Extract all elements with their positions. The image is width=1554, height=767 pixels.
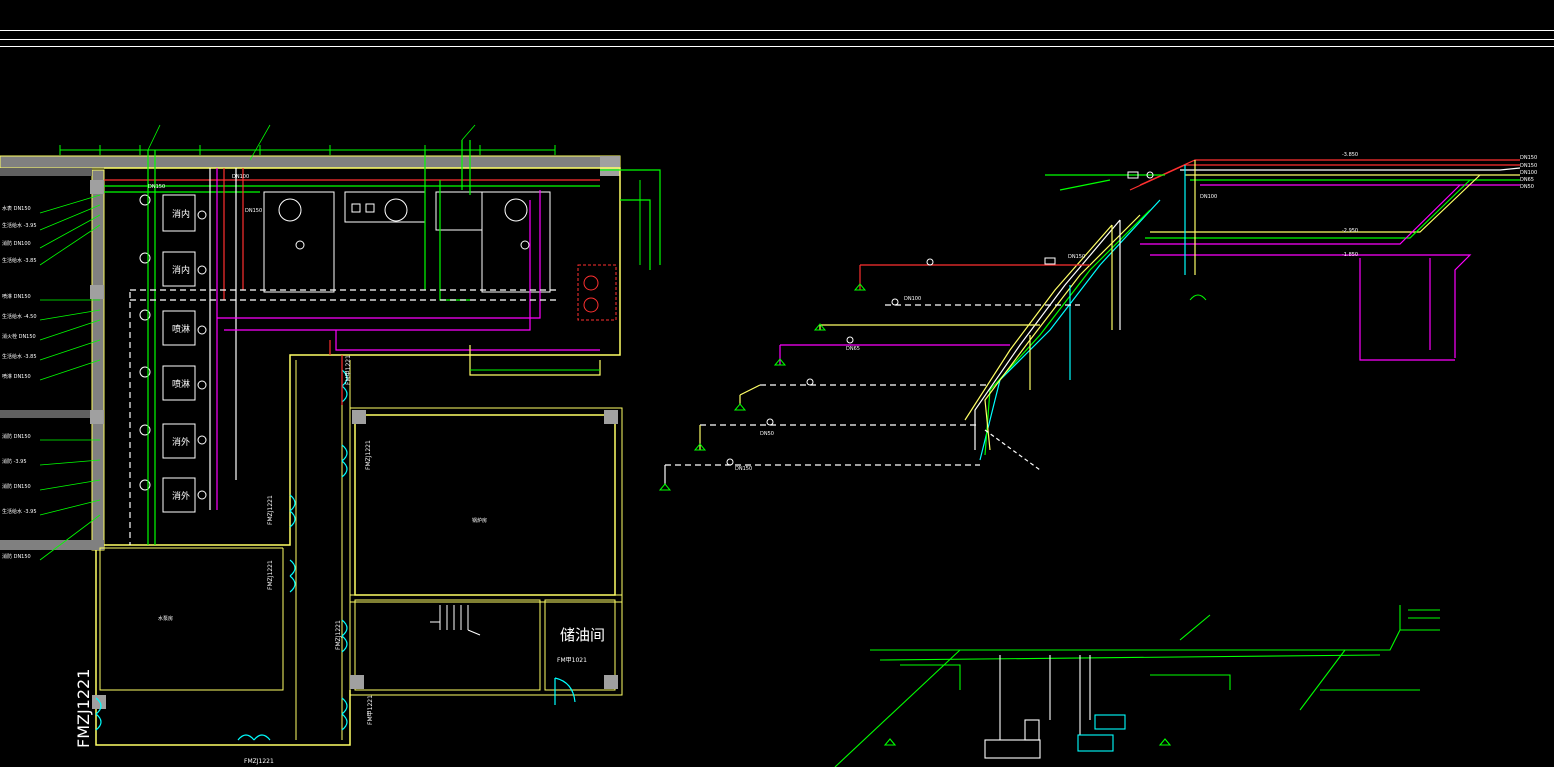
- door-label: FMZJ1221: [267, 495, 274, 525]
- svg-text:生活给水 -3.85: 生活给水 -3.85: [2, 257, 37, 264]
- wall-left: [91, 169, 105, 551]
- door-label: FMZJ1221: [244, 758, 274, 765]
- left-room-label: 水泵房: [158, 615, 173, 622]
- column: [604, 410, 618, 424]
- door-label: FM甲1221: [367, 695, 374, 725]
- column: [600, 156, 620, 176]
- lower-room-outer: [349, 594, 623, 696]
- lower-system: [834, 605, 1440, 767]
- tank-icon: [583, 275, 599, 291]
- isometric-tags: DN150 DN150 DN100 DN65 DN50 -3.850 -2.95…: [735, 152, 1537, 472]
- pump-room-outline: [104, 167, 621, 546]
- iso-tag: -1.850: [1342, 252, 1358, 258]
- wall-stub-top: [0, 168, 92, 176]
- isometric-fittings: [658, 171, 1207, 491]
- iso-tag: DN100: [1520, 170, 1537, 176]
- iso-tag: DN65: [846, 346, 860, 352]
- column: [604, 675, 618, 689]
- left-room-inner: [99, 547, 284, 691]
- wall-top: [0, 155, 621, 169]
- svg-text:喷淋 DN150: 喷淋 DN150: [2, 293, 31, 300]
- door-label: FMZJ1221: [335, 620, 342, 650]
- column: [90, 180, 104, 194]
- pipe-tag: DN100: [232, 174, 249, 180]
- wall-stub-mid: [0, 410, 92, 418]
- equipment-tag: 消内: [172, 264, 190, 276]
- iso-tag: DN150: [1520, 163, 1537, 169]
- expansion-tank: [577, 264, 617, 321]
- tank-icon: [583, 297, 599, 313]
- equipment-tag: 消内: [172, 208, 190, 220]
- isometric-diagram: [664, 159, 1521, 485]
- floor-plan: 水表 DN150 生活给水 -3.95 消防 DN100 生活给水 -3.85 喷淋…: [0, 124, 661, 765]
- iso-tag: DN50: [760, 431, 774, 437]
- iso-tag: DN50: [1520, 184, 1534, 190]
- pipe-network-plan: [104, 140, 661, 545]
- drawing-canvas: 水表 DN150 生活给水 -3.95 消防 DN100 生活给水 -3.85 喷淋…: [0, 124, 1537, 767]
- svg-text:消火栓 DN150: 消火栓 DN150: [2, 333, 36, 340]
- leader-lines: [39, 124, 476, 561]
- door-label: FM甲1021: [557, 657, 587, 664]
- oil-room-label: 储油间: [560, 626, 605, 644]
- central-room: [354, 414, 616, 596]
- iso-tag: DN150: [1520, 155, 1537, 161]
- svg-text:生活给水 -3.85: 生活给水 -3.85: [2, 353, 37, 360]
- equipment-tag: 消外: [172, 490, 190, 502]
- svg-text:消防 DN150: 消防 DN150: [2, 553, 31, 560]
- equipment-tag: 消外: [172, 436, 190, 448]
- pipe-tag: DN150: [245, 208, 262, 214]
- pipe-tag: DN150: [148, 184, 165, 190]
- door-symbols: [95, 369, 576, 741]
- column: [90, 410, 104, 424]
- svg-text:生活给水 -3.95: 生活给水 -3.95: [2, 508, 37, 515]
- svg-text:消防 DN100: 消防 DN100: [2, 240, 31, 247]
- left-notes: 水表 DN150 生活给水 -3.95 消防 DN100 生活给水 -3.85 喷淋…: [2, 205, 37, 560]
- iso-tag: DN100: [1200, 194, 1217, 200]
- iso-tag: -3.850: [1342, 152, 1358, 158]
- svg-text:消防 DN150: 消防 DN150: [2, 433, 31, 440]
- equipment-tag: 喷淋: [172, 378, 190, 390]
- cad-viewport[interactable]: 水表 DN150 生活给水 -3.95 消防 DN100 生活给水 -3.85 喷淋…: [0, 0, 1554, 767]
- iso-tag: DN150: [1068, 254, 1085, 260]
- svg-text:消防 DN150: 消防 DN150: [2, 483, 31, 490]
- dimension-lines: [59, 145, 641, 371]
- svg-text:生活给水 -4.50: 生活给水 -4.50: [2, 313, 37, 320]
- corridor-wall: [283, 360, 291, 546]
- svg-text:水表 DN150: 水表 DN150: [2, 205, 31, 212]
- column: [92, 695, 106, 709]
- door-label: FM甲1221: [345, 355, 352, 385]
- door-label: FMZJ1221: [267, 560, 274, 590]
- iso-tag: DN150: [735, 466, 752, 472]
- door-label: FMZJ1221: [365, 440, 372, 470]
- column: [90, 285, 104, 299]
- central-room-label: 锅炉房: [472, 517, 487, 524]
- iso-tag: -2.950: [1342, 228, 1358, 234]
- central-room-outer: [349, 407, 623, 603]
- stair: [430, 605, 481, 636]
- svg-text:喷淋 DN150: 喷淋 DN150: [2, 373, 31, 380]
- left-room-outline: [95, 550, 351, 746]
- iso-tag: DN100: [904, 296, 921, 302]
- door-label: FMZJ1221: [74, 669, 93, 748]
- svg-text:生活给水 -3.95: 生活给水 -3.95: [2, 222, 37, 229]
- wall-stub-bottom: [0, 540, 104, 550]
- column: [350, 675, 364, 689]
- iso-tag: DN65: [1520, 177, 1534, 183]
- column: [352, 410, 366, 424]
- svg-text:消防 -3.95: 消防 -3.95: [2, 458, 27, 465]
- equipment-tag: 喷淋: [172, 323, 190, 335]
